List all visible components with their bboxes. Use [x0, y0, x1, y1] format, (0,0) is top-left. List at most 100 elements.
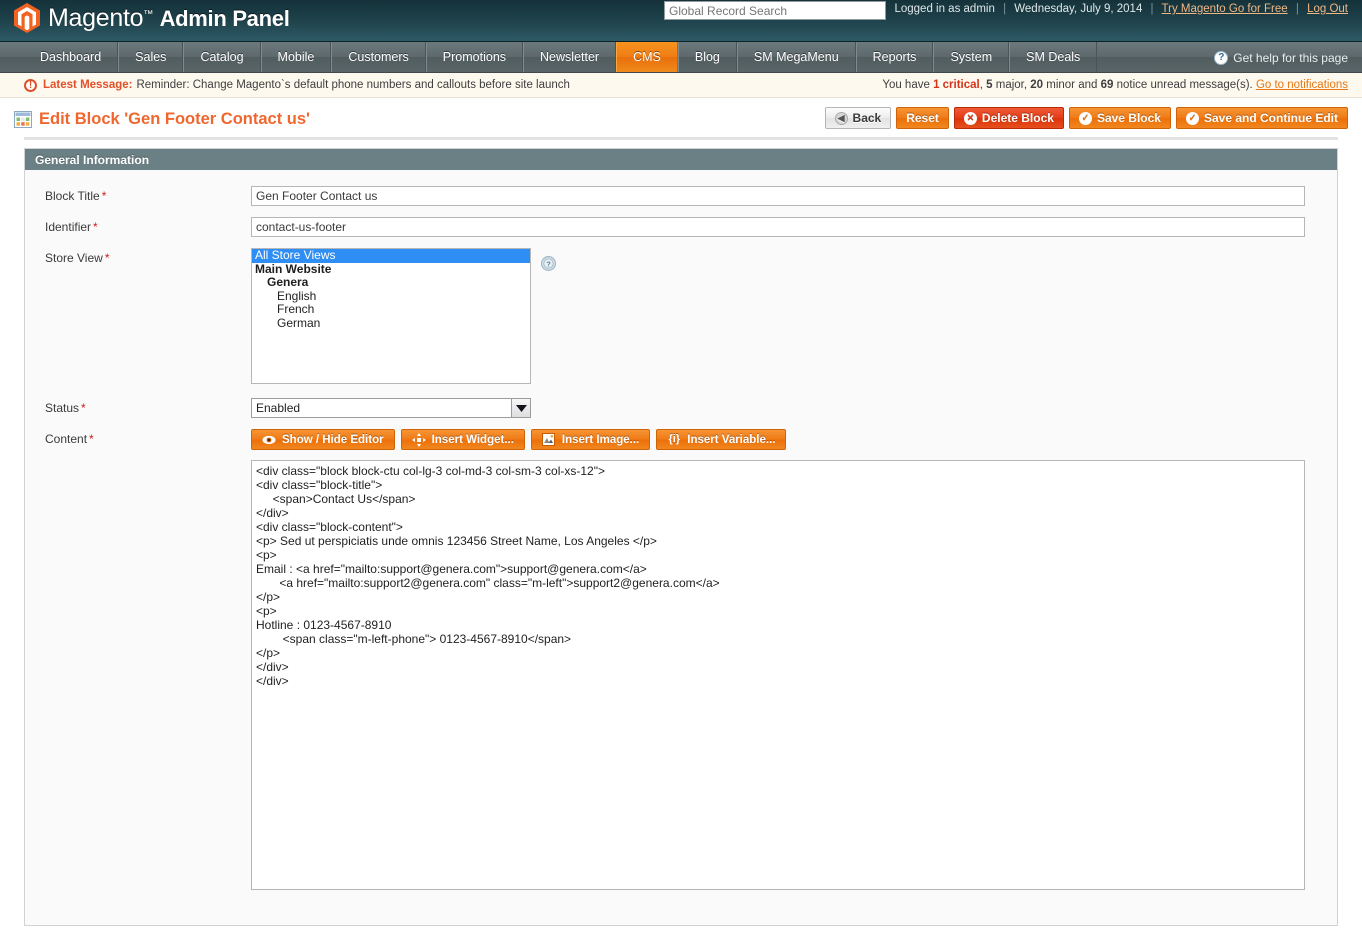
content-textarea[interactable]: <div class="block block-ctu col-lg-3 col…	[251, 460, 1305, 890]
minor-count: 20	[1030, 79, 1044, 91]
header-date: Wednesday, July 9, 2014	[1014, 3, 1143, 15]
nav-item-sm-deals[interactable]: SM Deals	[1009, 42, 1098, 72]
store-view-option-french[interactable]: French	[252, 303, 530, 317]
nav-label: System	[950, 50, 993, 64]
nav-item-blog[interactable]: Blog	[677, 42, 737, 72]
status-label-text: Status	[45, 401, 80, 415]
nav-item-customers[interactable]: Customers	[331, 42, 426, 72]
logout-link[interactable]: Log Out	[1307, 3, 1348, 15]
alert-circle-icon: !	[24, 78, 37, 92]
check-icon: ✓	[1078, 111, 1092, 125]
identifier-input[interactable]	[251, 217, 1305, 237]
nav-item-sales[interactable]: Sales	[118, 42, 184, 72]
save-and-continue-button[interactable]: ✓ Save and Continue Edit	[1175, 107, 1348, 129]
insert-widget-button[interactable]: Insert Widget...	[400, 429, 525, 450]
required-marker: *	[104, 251, 110, 265]
global-search-input[interactable]	[664, 1, 886, 20]
notice-text: minor and 69 notice unread message(s).	[1043, 79, 1256, 91]
nav-item-system[interactable]: System	[933, 42, 1010, 72]
page-title-row: Edit Block 'Gen Footer Contact us' ◀ Bac…	[0, 98, 1362, 140]
required-marker: *	[89, 432, 94, 446]
notice-prefix: You have	[882, 79, 934, 91]
unread-messages-summary: You have 1 critical, 5 major, 20 minor a…	[882, 79, 1348, 91]
insert-image-label: Insert Image...	[561, 433, 640, 446]
back-arrow-icon: ◀	[834, 111, 848, 125]
status-select[interactable]: Enabled	[251, 398, 531, 418]
brand-logo[interactable]: Magento™ Admin Panel	[14, 3, 290, 33]
brand-subtitle: Admin Panel	[159, 5, 290, 31]
get-help-link[interactable]: ? Get help for this page	[1214, 42, 1348, 73]
major-text: , 5 major,	[979, 79, 1031, 91]
content-label-text: Content	[45, 432, 88, 446]
status-selected-value: Enabled	[256, 401, 301, 415]
reset-button[interactable]: Reset	[896, 107, 949, 129]
field-row-store-view: Store View * All Store Views Main Website…	[25, 248, 1337, 384]
back-button-label: Back	[852, 111, 882, 125]
chevron-down-icon[interactable]	[511, 399, 530, 417]
nav-label: SM MegaMenu	[753, 50, 839, 64]
nav-item-reports[interactable]: Reports	[855, 42, 934, 72]
store-view-option-all-store-views[interactable]: All Store Views	[252, 249, 530, 263]
status-label: Status *	[25, 398, 251, 415]
store-view-label: Store View *	[25, 248, 251, 265]
store-view-label-text: Store View	[45, 251, 103, 265]
nav-label: Customers	[348, 50, 409, 64]
editor-toolbar: Show / Hide Editor Insert Widget... Inse…	[251, 429, 1305, 450]
insert-variable-button[interactable]: {i} Insert Variable...	[656, 429, 787, 450]
store-view-option-main-website[interactable]: Main Website	[252, 262, 530, 277]
show-hide-editor-button[interactable]: Show / Hide Editor	[251, 429, 395, 450]
nav-label: Mobile	[277, 50, 315, 64]
page-title: Edit Block 'Gen Footer Contact us'	[39, 109, 310, 128]
identifier-control	[251, 217, 1337, 237]
block-title-input[interactable]	[251, 186, 1305, 206]
field-row-content: Content * Show / Hide Editor Insert Widg…	[25, 429, 1337, 893]
check-icon: ✓	[1185, 111, 1199, 125]
widget-arrows-icon	[411, 432, 426, 447]
identifier-label: Identifier *	[25, 217, 251, 234]
nav-item-promotions[interactable]: Promotions	[425, 42, 524, 72]
insert-widget-label: Insert Widget...	[431, 433, 514, 446]
nav-item-cms[interactable]: CMS	[616, 42, 678, 72]
identifier-label-text: Identifier	[45, 220, 92, 234]
content-control: Show / Hide Editor Insert Widget... Inse…	[251, 429, 1337, 893]
brand-name: Magento	[48, 3, 144, 32]
nav-item-mobile[interactable]: Mobile	[260, 42, 332, 72]
store-view-option-german[interactable]: German	[252, 316, 530, 331]
header-user-info: Logged in as admin | Wednesday, July 9, …	[894, 3, 1348, 15]
nav-label: Blog	[694, 50, 720, 64]
store-view-multiselect[interactable]: All Store Views Main Website Genera Engl…	[251, 248, 531, 384]
nav-label: Sales	[135, 50, 167, 64]
question-mark-icon: ?	[1214, 50, 1229, 65]
header-sep-2: |	[1150, 3, 1154, 15]
nav-item-sm-megamenu[interactable]: SM MegaMenu	[736, 42, 856, 72]
nav-label: Catalog	[200, 50, 244, 64]
latest-message: ! Latest Message: Reminder: Change Magen…	[24, 78, 570, 92]
nav-label: Dashboard	[40, 50, 102, 64]
insert-image-button[interactable]: Insert Image...	[530, 429, 651, 450]
latest-message-text: Reminder: Change Magento`s default phone…	[136, 79, 570, 91]
status-select-wrapper: Enabled	[251, 398, 531, 418]
back-button[interactable]: ◀ Back	[824, 107, 892, 129]
cms-block-grid-icon	[14, 110, 32, 128]
show-hide-editor-label: Show / Hide Editor	[282, 433, 384, 446]
svg-text:?: ?	[546, 260, 551, 269]
delete-block-button[interactable]: ✕ Delete Block	[953, 107, 1064, 129]
block-title-label: Block Title *	[25, 186, 251, 203]
delete-x-icon: ✕	[963, 111, 977, 125]
store-view-option-genera[interactable]: Genera	[252, 276, 530, 290]
nav-item-dashboard[interactable]: Dashboard	[24, 42, 119, 72]
store-view-option-english[interactable]: English	[252, 289, 530, 304]
required-marker: *	[93, 220, 98, 234]
status-control: Enabled	[251, 398, 1337, 418]
try-magento-go-link[interactable]: Try Magento Go for Free	[1162, 3, 1288, 15]
nav-label: SM Deals	[1026, 50, 1081, 64]
nav-item-newsletter[interactable]: Newsletter	[523, 42, 617, 72]
save-block-button[interactable]: ✓ Save Block	[1068, 107, 1171, 129]
nav-item-catalog[interactable]: Catalog	[183, 42, 261, 72]
logged-in-label: Logged in as admin	[894, 3, 995, 15]
nav-label: Newsletter	[540, 50, 600, 64]
go-to-notifications-link[interactable]: Go to notifications	[1256, 79, 1348, 91]
save-block-label: Save Block	[1096, 111, 1161, 125]
nav-label: CMS	[633, 50, 661, 64]
help-circle-icon[interactable]: ?	[541, 256, 556, 271]
